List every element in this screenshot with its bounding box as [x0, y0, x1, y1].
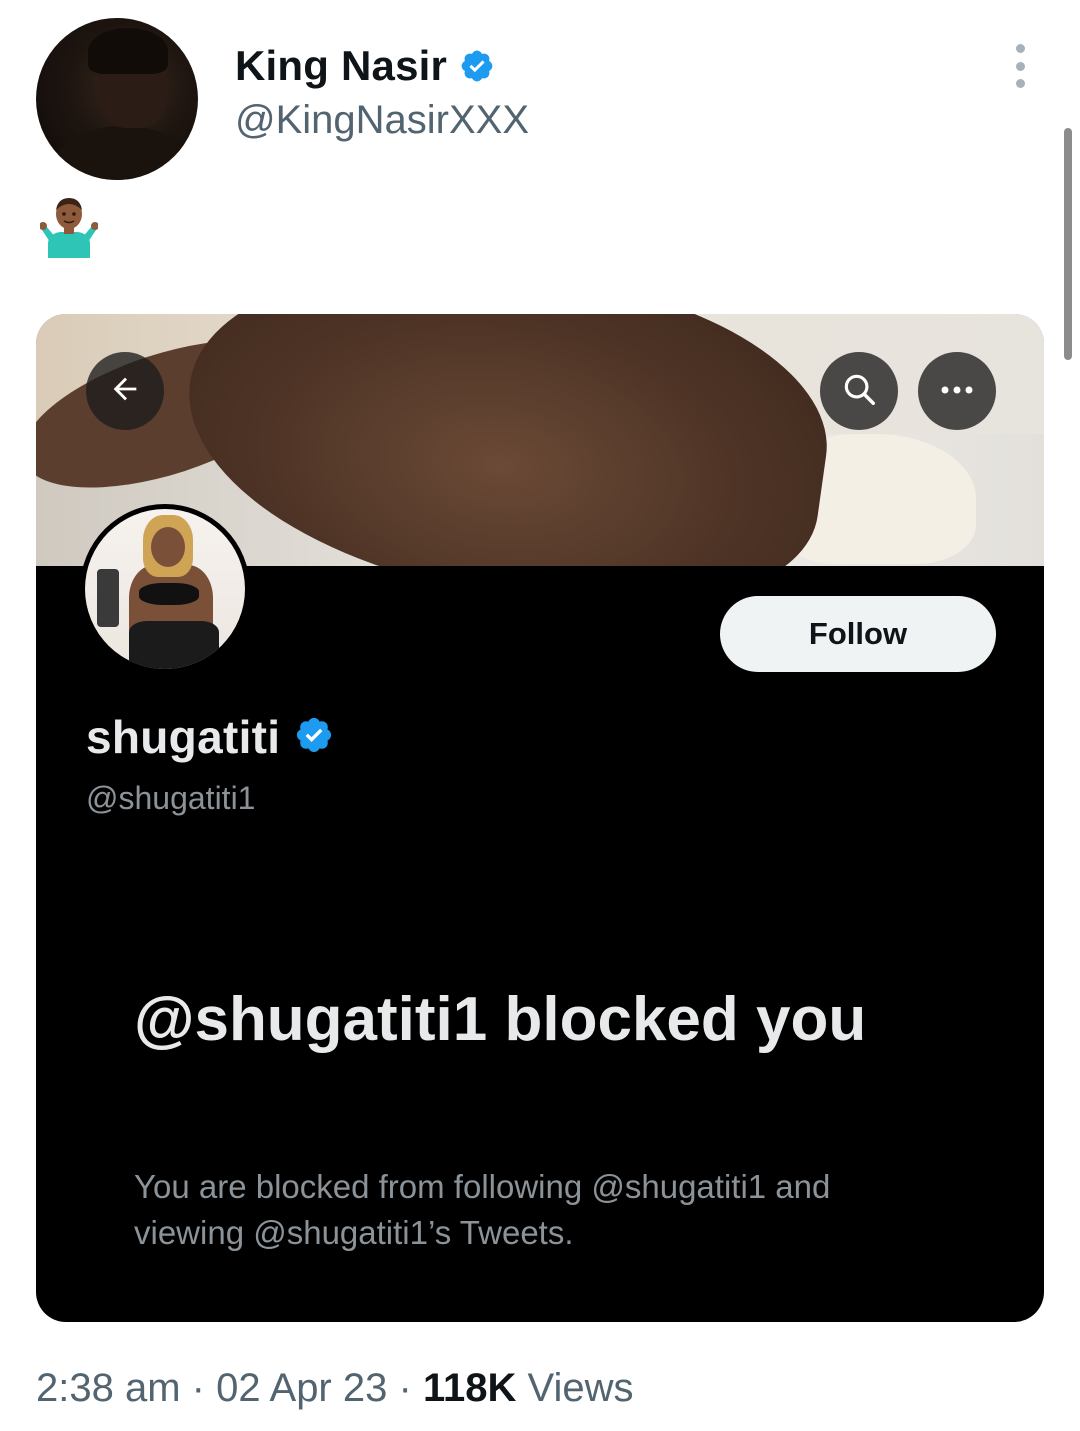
meta-separator: ·: [398, 1366, 412, 1410]
verified-badge-icon: [294, 715, 334, 760]
verified-badge-icon: [459, 48, 495, 84]
search-button[interactable]: [820, 352, 898, 430]
back-arrow-icon: [108, 372, 142, 411]
blocked-title: @shugatiti1 blocked you: [134, 985, 867, 1054]
profile-more-button[interactable]: [918, 352, 996, 430]
views-count: 118K: [422, 1366, 517, 1410]
tweet-time[interactable]: 2:38 am: [36, 1366, 181, 1410]
profile-handle: @shugatiti1: [86, 780, 256, 816]
shrug-emoji-icon: [39, 196, 99, 258]
profile-name-row: shugatiti: [86, 710, 334, 764]
search-icon: [840, 370, 878, 413]
meta-separator: ·: [191, 1366, 205, 1410]
author-display-name[interactable]: King Nasir: [235, 42, 447, 90]
more-icon: [940, 382, 974, 400]
author-name-row[interactable]: King Nasir: [235, 42, 495, 90]
tweet-more-icon[interactable]: [1008, 44, 1032, 88]
profile-avatar[interactable]: [80, 504, 250, 674]
author-handle[interactable]: @KingNasirXXX: [235, 98, 529, 143]
views-label: Views: [527, 1366, 634, 1410]
back-button[interactable]: [86, 352, 164, 430]
profile-display-name: shugatiti: [86, 711, 281, 763]
follow-button[interactable]: Follow: [720, 596, 996, 672]
tweet-meta: 2:38 am · 02 Apr 23 · 118K Views: [36, 1366, 633, 1411]
scrollbar[interactable]: [1064, 128, 1072, 360]
tweet-media-image[interactable]: Follow shugatiti @shugatiti1 @shugatiti1…: [36, 314, 1044, 1322]
tweet-date[interactable]: 02 Apr 23: [216, 1366, 387, 1410]
author-avatar[interactable]: [36, 18, 198, 180]
blocked-description: You are blocked from following @shugatit…: [134, 1168, 831, 1251]
